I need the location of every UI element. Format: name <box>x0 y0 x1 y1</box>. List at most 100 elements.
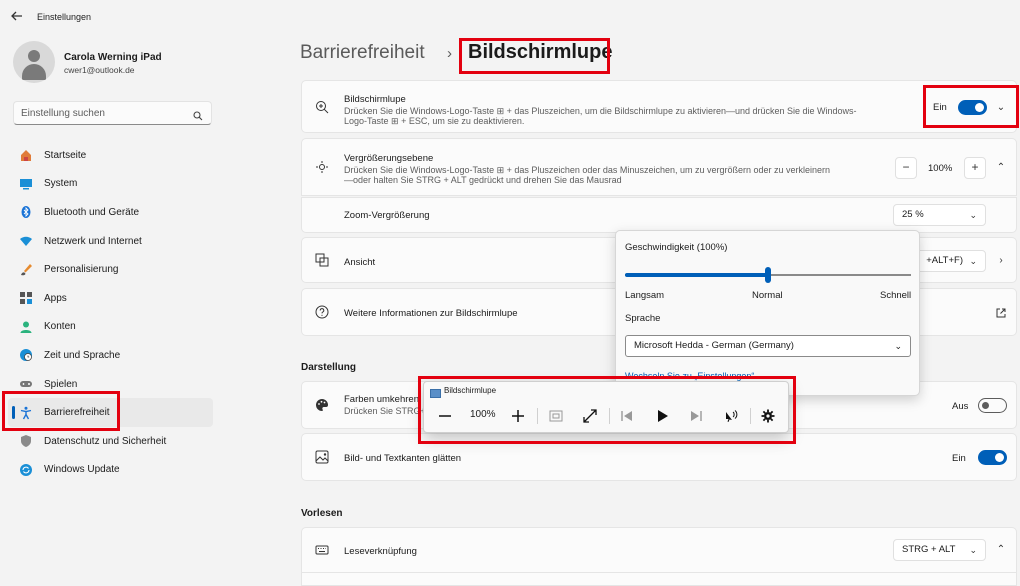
zoom-increment-row: Zoom-Vergrößerung 25 % ⌄ <box>301 197 1017 233</box>
keyboard-icon <box>315 543 331 559</box>
title-bar: Einstellungen <box>0 0 1020 34</box>
next-row-partial <box>301 573 1017 586</box>
language-heading: Sprache <box>625 313 661 324</box>
sidebar-item-label: Konten <box>44 321 76 333</box>
sidebar-item-apps[interactable]: Apps <box>8 284 213 313</box>
read-shortcut-value: STRG + ALT <box>902 544 956 555</box>
sidebar-item-spielen[interactable]: Spielen <box>8 370 213 399</box>
smooth-edges-toggle[interactable] <box>978 450 1007 465</box>
skip-forward-icon[interactable] <box>684 404 708 428</box>
toolbar-divider <box>750 408 751 424</box>
zoom-level-value: 100% <box>928 163 953 174</box>
section-vorlesen: Vorlesen <box>301 508 343 519</box>
zoom-increment-dropdown[interactable]: 25 % ⌄ <box>893 204 986 226</box>
image-icon <box>315 450 331 466</box>
zoom-level-title: Vergrößerungsebene <box>344 153 434 164</box>
read-shortcut-card: Leseverknüpfung STRG + ALT ⌄ ⌃ <box>301 527 1017 573</box>
speed-slider-fill <box>625 273 768 277</box>
zoom-in-button[interactable]: + <box>964 157 986 179</box>
speed-fast-label: Schnell <box>880 290 912 301</box>
zoom-in-icon[interactable] <box>506 404 530 428</box>
chevron-down-icon: ⌄ <box>969 256 977 266</box>
invert-colors-toggle[interactable] <box>978 398 1007 413</box>
zoom-move-icon <box>315 160 331 176</box>
read-shortcut-title: Leseverknüpfung <box>344 546 417 557</box>
speed-title: Geschwindigkeit (100%) <box>625 242 728 253</box>
avatar[interactable] <box>13 41 55 83</box>
chevron-down-icon: ⌄ <box>969 545 977 555</box>
skip-back-icon[interactable] <box>615 404 639 428</box>
gear-icon[interactable] <box>756 404 780 428</box>
sidebar-item-label: Netzwerk und Internet <box>44 235 142 247</box>
more-info-title: Weitere Informationen zur Bildschirmlupe <box>344 308 518 319</box>
magnifier-desc-line2: Logo-Taste ⊞ + ESC, um sie zu deaktivier… <box>344 116 525 126</box>
external-link-icon[interactable] <box>996 308 1006 318</box>
zoom-increment-label: Zoom-Vergrößerung <box>344 210 430 221</box>
chevron-up-icon[interactable]: ⌃ <box>996 545 1006 555</box>
wifi-icon <box>18 233 34 249</box>
read-shortcut-dropdown[interactable]: STRG + ALT ⌄ <box>893 539 986 561</box>
sidebar-item-windows-update[interactable]: Windows Update <box>8 456 213 485</box>
sidebar-item-zeit-sprache[interactable]: Zeit und Sprache <box>8 341 213 370</box>
search-input[interactable]: Einstellung suchen <box>13 101 212 125</box>
magnifier-zoom-value: 100% <box>470 409 496 420</box>
magnifier-card[interactable]: Bildschirmlupe Drücken Sie die Windows-L… <box>301 80 1017 133</box>
view-dropdown-value: +ALT+F) <box>926 255 963 266</box>
toolbar-divider <box>609 408 610 424</box>
sidebar-item-label: Windows Update <box>44 464 120 476</box>
account-icon <box>18 319 34 335</box>
chevron-up-icon[interactable]: ⌃ <box>996 163 1006 173</box>
smooth-edges-card[interactable]: Bild- und Textkanten glätten Ein <box>301 433 1017 481</box>
view-window-icon[interactable] <box>544 404 568 428</box>
sidebar-item-personalisierung[interactable]: Personalisierung <box>8 255 213 284</box>
active-indicator <box>12 406 15 420</box>
sidebar-item-barrierefreiheit[interactable]: Barrierefreiheit <box>8 398 213 427</box>
speed-slider-thumb[interactable] <box>765 267 771 283</box>
speed-slider[interactable] <box>625 267 911 283</box>
gamepad-icon <box>18 376 34 392</box>
voice-value: Microsoft Hedda - German (Germany) <box>634 340 794 351</box>
play-icon[interactable] <box>650 404 674 428</box>
expand-icon[interactable] <box>578 404 602 428</box>
speed-normal-label: Normal <box>752 290 783 301</box>
sidebar-item-system[interactable]: System <box>8 170 213 199</box>
breadcrumb-parent[interactable]: Barrierefreiheit <box>300 42 425 64</box>
magnifier-state-label: Ein <box>933 102 947 113</box>
shield-icon <box>18 433 34 449</box>
bluetooth-icon <box>18 204 34 220</box>
speed-popup: Geschwindigkeit (100%) Langsam Normal Sc… <box>615 230 920 396</box>
sidebar-item-konten[interactable]: Konten <box>8 313 213 342</box>
chevron-right-icon[interactable]: › <box>996 256 1006 266</box>
sidebar-item-datenschutz[interactable]: Datenschutz und Sicherheit <box>8 427 213 456</box>
magnifier-icon <box>315 100 331 116</box>
globe-clock-icon <box>18 347 34 363</box>
settings-link[interactable]: Wechseln Sie zu „Einstellungen“ <box>625 371 754 381</box>
voice-dropdown[interactable]: Microsoft Hedda - German (Germany) ⌄ <box>625 335 911 357</box>
speed-slow-label: Langsam <box>625 290 665 301</box>
sidebar-item-label: Datenschutz und Sicherheit <box>44 435 167 447</box>
zoom-out-button[interactable]: − <box>895 157 917 179</box>
sidebar-item-label: Zeit und Sprache <box>44 349 121 361</box>
zoom-level-card: Vergrößerungsebene Drücken Sie die Windo… <box>301 138 1017 196</box>
sidebar-item-label: System <box>44 178 78 190</box>
smooth-edges-title: Bild- und Textkanten glätten <box>344 453 462 464</box>
zoom-level-desc-line2: —oder halten Sie STRG + ALT gedrückt und… <box>344 175 622 185</box>
sidebar-item-startseite[interactable]: Startseite <box>8 141 213 170</box>
sidebar-item-label: Startseite <box>44 149 87 161</box>
magnifier-toggle[interactable] <box>958 100 987 115</box>
back-arrow-icon[interactable] <box>10 9 26 25</box>
home-icon <box>18 147 34 163</box>
sidebar-item-network[interactable]: Netzwerk und Internet <box>8 227 213 256</box>
chevron-down-icon: ⌄ <box>894 341 902 351</box>
magnifier-toolbar-title: Bildschirmlupe <box>444 386 497 395</box>
zoom-out-icon[interactable] <box>433 404 457 428</box>
system-icon <box>18 176 34 192</box>
sidebar-item-bluetooth[interactable]: Bluetooth und Geräte <box>8 198 213 227</box>
chevron-down-icon[interactable]: ⌄ <box>996 103 1006 113</box>
apps-icon <box>18 290 34 306</box>
zoom-increment-value: 25 % <box>902 209 924 220</box>
help-icon <box>315 305 331 321</box>
breadcrumb-separator: › <box>447 45 452 62</box>
read-from-pointer-icon[interactable] <box>719 404 743 428</box>
brush-icon <box>18 262 34 278</box>
